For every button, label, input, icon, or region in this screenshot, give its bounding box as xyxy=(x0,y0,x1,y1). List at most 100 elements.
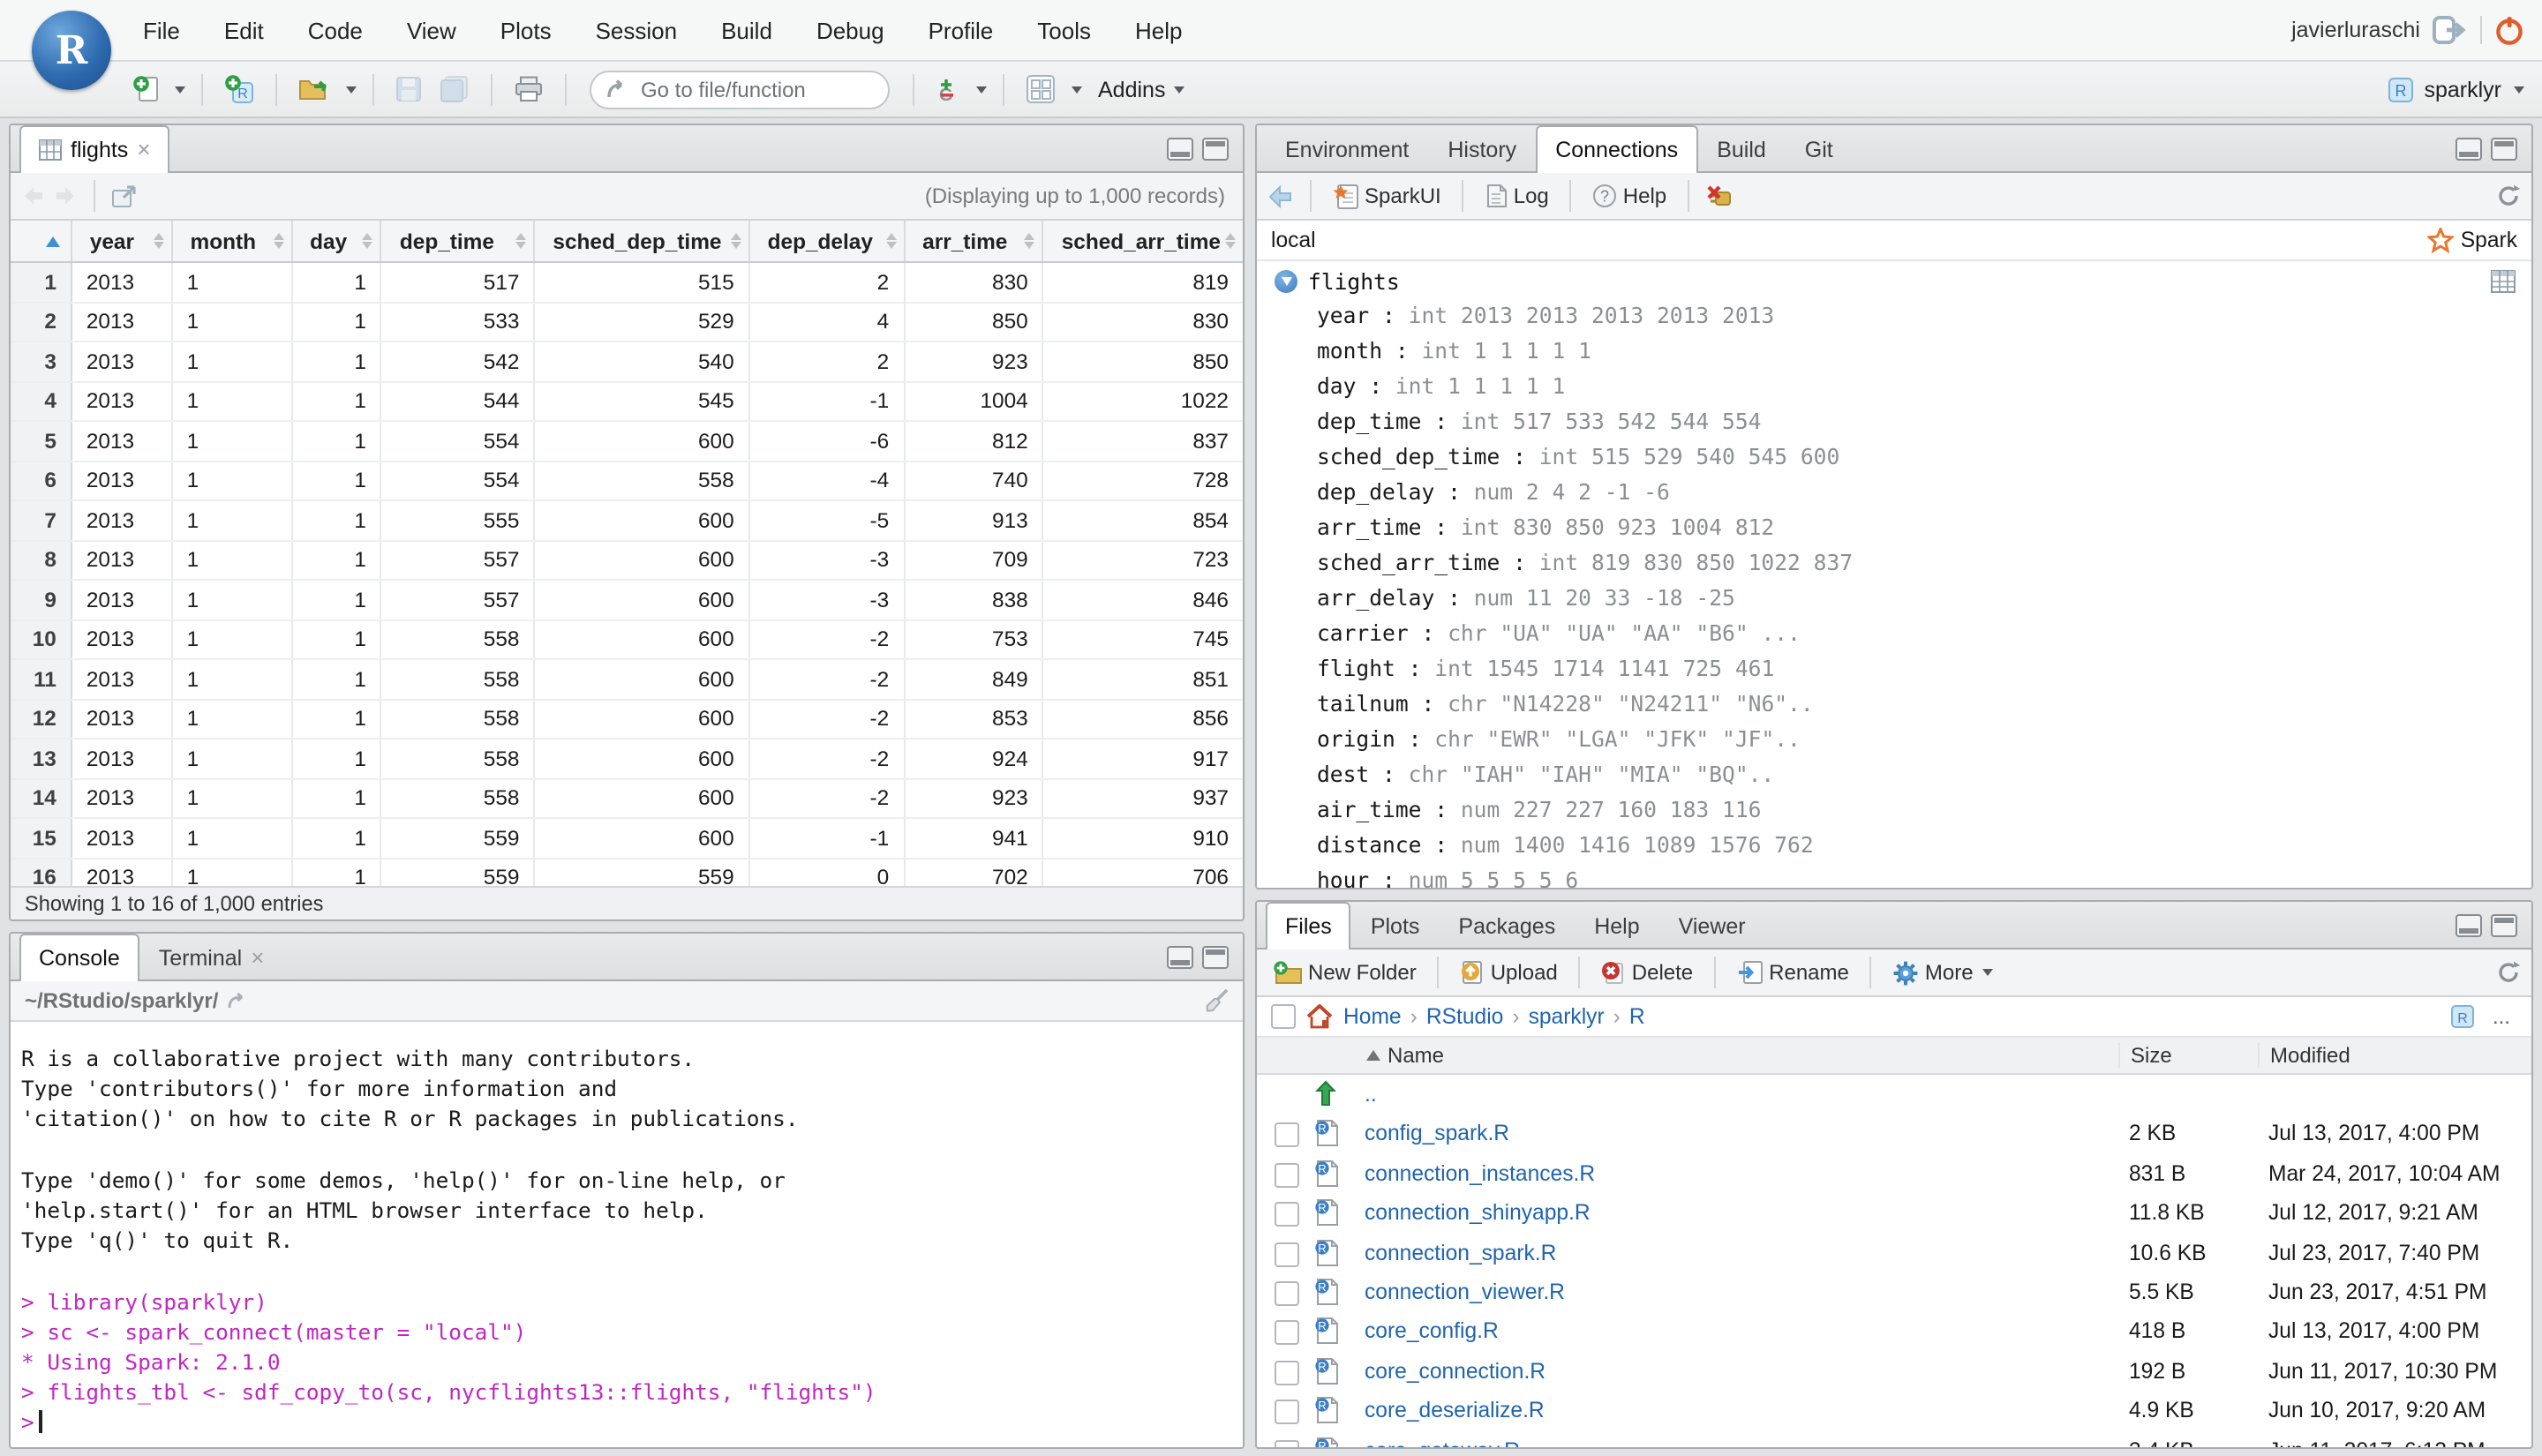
parent-directory-link[interactable]: .. xyxy=(1365,1082,1377,1107)
file-checkbox[interactable] xyxy=(1275,1439,1299,1447)
log-button[interactable]: Log xyxy=(1480,180,1554,212)
open-file-button[interactable] xyxy=(293,72,335,106)
open-file-caret[interactable] xyxy=(346,86,357,93)
sign-out-icon[interactable] xyxy=(2433,16,2468,44)
menu-profile[interactable]: Profile xyxy=(929,17,994,43)
new-file-caret[interactable] xyxy=(175,86,185,93)
menu-code[interactable]: Code xyxy=(308,17,363,43)
header-dep-time[interactable]: dep_time xyxy=(382,221,536,261)
tab-history[interactable]: History xyxy=(1428,125,1536,171)
file-checkbox[interactable] xyxy=(1275,1162,1299,1188)
tab-packages[interactable]: Packages xyxy=(1439,902,1575,948)
file-row[interactable]: R core_connection.R 192 B Jun 11, 2017, … xyxy=(1257,1351,2531,1391)
file-row[interactable]: R core_config.R 418 B Jul 13, 2017, 4:00… xyxy=(1257,1312,2531,1352)
header-sched-dep-time[interactable]: sched_dep_time xyxy=(535,221,750,261)
maximize-pane-icon[interactable] xyxy=(2491,138,2517,161)
new-file-button[interactable] xyxy=(127,71,164,108)
file-link[interactable]: core_gateway.R xyxy=(1365,1437,1520,1447)
console-output[interactable]: R is a collaborative project with many c… xyxy=(11,1022,1243,1447)
file-row[interactable]: R connection_shinyapp.R 11.8 KB Jul 12, … xyxy=(1257,1193,2531,1233)
maximize-pane-icon[interactable] xyxy=(1202,946,1229,969)
save-all-button[interactable] xyxy=(434,72,475,106)
tab-files[interactable]: Files xyxy=(1266,902,1351,949)
column-name[interactable]: Name xyxy=(1366,1043,1444,1068)
file-link[interactable]: connection_shinyapp.R xyxy=(1365,1200,1591,1225)
rename-button[interactable]: Rename xyxy=(1732,957,1854,988)
menu-view[interactable]: View xyxy=(407,17,456,43)
file-checkbox[interactable] xyxy=(1275,1280,1299,1306)
help-button[interactable]: ? Help xyxy=(1588,180,1672,212)
back-icon[interactable] xyxy=(1267,184,1294,207)
pane-layout-button[interactable] xyxy=(1020,71,1061,108)
menu-build[interactable]: Build xyxy=(721,17,772,43)
close-icon[interactable] xyxy=(137,138,150,162)
clear-console-icon[interactable] xyxy=(1204,988,1229,1013)
file-row[interactable]: R config_spark.R 2 KB Jul 13, 2017, 4:00… xyxy=(1257,1115,2531,1154)
minimize-pane-icon[interactable] xyxy=(2456,138,2482,161)
select-all-checkbox[interactable] xyxy=(1271,1004,1296,1029)
file-link[interactable]: connection_viewer.R xyxy=(1365,1280,1565,1304)
parent-directory-row[interactable]: .. xyxy=(1257,1075,2531,1115)
schema-table-node[interactable]: flights xyxy=(1257,265,2531,298)
maximize-pane-icon[interactable] xyxy=(1202,138,1229,161)
refresh-icon[interactable] xyxy=(2496,184,2521,208)
disconnect-icon[interactable] xyxy=(1705,183,1734,209)
quit-session-icon[interactable] xyxy=(2494,15,2524,45)
file-link[interactable]: connection_spark.R xyxy=(1365,1240,1556,1265)
tab-console[interactable]: Console xyxy=(19,934,139,981)
menu-edit[interactable]: Edit xyxy=(224,17,264,43)
menu-tools[interactable]: Tools xyxy=(1037,17,1091,43)
header-year[interactable]: year xyxy=(72,221,173,261)
header-arr-time[interactable]: arr_time xyxy=(905,221,1044,261)
version-control-caret[interactable] xyxy=(976,86,987,93)
tab-help[interactable]: Help xyxy=(1575,902,1658,948)
tab-environment[interactable]: Environment xyxy=(1266,125,1428,171)
menu-plots[interactable]: Plots xyxy=(500,17,552,43)
more-columns-button[interactable]: ... xyxy=(2486,1004,2517,1029)
breadcrumb-sparklyr[interactable]: sparklyr xyxy=(1529,1004,1629,1029)
print-button[interactable] xyxy=(508,72,549,106)
tab-viewer[interactable]: Viewer xyxy=(1659,902,1765,948)
file-checkbox[interactable] xyxy=(1275,1202,1299,1227)
file-checkbox[interactable] xyxy=(1275,1320,1299,1346)
tab-plots[interactable]: Plots xyxy=(1351,902,1440,948)
tab-build[interactable]: Build xyxy=(1697,125,1786,171)
header-month[interactable]: month xyxy=(173,221,293,261)
version-control-button[interactable]: G xyxy=(930,71,966,108)
view-table-icon[interactable] xyxy=(2491,270,2516,293)
maximize-pane-icon[interactable] xyxy=(2491,914,2517,937)
file-row[interactable]: R connection_spark.R 10.6 KB Jul 23, 201… xyxy=(1257,1233,2531,1272)
file-row[interactable]: R core_deserialize.R 4.9 KB Jun 10, 2017… xyxy=(1257,1391,2531,1430)
menu-help[interactable]: Help xyxy=(1135,17,1183,43)
addins-button[interactable]: Addins xyxy=(1089,73,1190,105)
file-link[interactable]: connection_instances.R xyxy=(1365,1161,1595,1186)
refresh-icon[interactable] xyxy=(2496,960,2521,985)
minimize-pane-icon[interactable] xyxy=(1167,138,1193,161)
menu-session[interactable]: Session xyxy=(596,17,678,43)
file-link[interactable]: core_connection.R xyxy=(1365,1358,1546,1383)
file-checkbox[interactable] xyxy=(1275,1242,1299,1267)
file-row[interactable]: R connection_instances.R 831 B Mar 24, 2… xyxy=(1257,1154,2531,1194)
tab-terminal[interactable]: Terminal xyxy=(139,934,284,979)
menu-debug[interactable]: Debug xyxy=(816,17,884,43)
new-project-button[interactable]: R xyxy=(219,71,259,108)
header-rownum[interactable] xyxy=(11,221,72,261)
tab-git[interactable]: Git xyxy=(1786,125,1853,171)
tab-flights[interactable]: flights xyxy=(19,125,170,173)
breadcrumb-rstudio[interactable]: RStudio xyxy=(1426,1004,1529,1029)
open-new-window-icon[interactable] xyxy=(111,184,136,207)
file-row[interactable]: R core_gateway.R 3.4 KB Jun 11, 2017, 6:… xyxy=(1257,1430,2531,1447)
pane-layout-caret[interactable] xyxy=(1072,86,1082,93)
save-button[interactable] xyxy=(390,72,427,106)
file-link[interactable]: config_spark.R xyxy=(1365,1122,1509,1146)
file-link[interactable]: core_deserialize.R xyxy=(1365,1398,1545,1422)
column-size[interactable]: Size xyxy=(2118,1043,2172,1068)
home-icon[interactable] xyxy=(1306,1004,1333,1029)
header-sched-arr-time[interactable]: sched_arr_time xyxy=(1044,221,1243,261)
minimize-pane-icon[interactable] xyxy=(2456,914,2482,937)
project-selector[interactable]: R sparklyr xyxy=(2387,75,2524,103)
forward-icon[interactable] xyxy=(53,185,78,206)
header-day[interactable]: day xyxy=(292,221,382,261)
header-dep-delay[interactable]: dep_delay xyxy=(750,221,906,261)
delete-button[interactable]: Delete xyxy=(1597,957,1698,988)
